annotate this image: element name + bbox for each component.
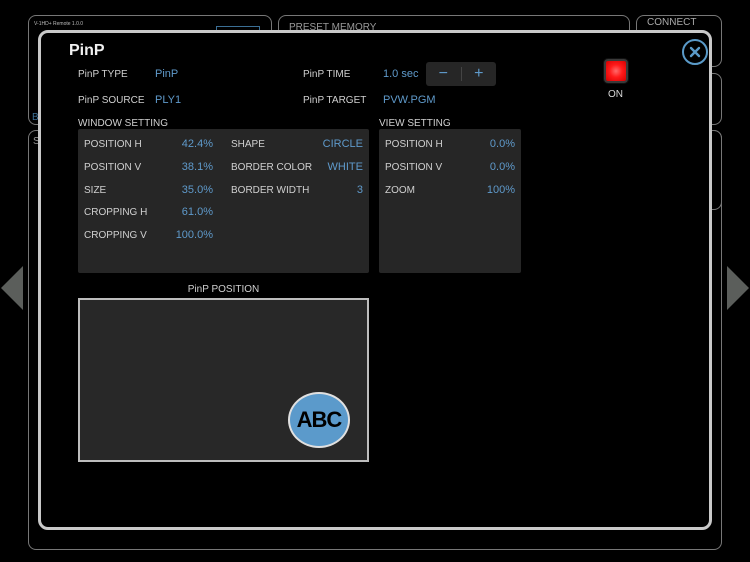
pinp-source-label: PinP SOURCE [78, 95, 145, 106]
close-button[interactable] [682, 39, 708, 65]
view-setting-panel: POSITION H 0.0% POSITION V 0.0% ZOOM 100… [379, 129, 521, 273]
view-position-v-value[interactable]: 0.0% [490, 161, 515, 173]
cropping-h-value[interactable]: 61.0% [182, 206, 213, 218]
view-setting-title: VIEW SETTING [379, 118, 451, 129]
border-color-label: BORDER COLOR [231, 162, 313, 173]
shape-label: SHAPE [231, 139, 265, 150]
left-arrow-icon[interactable] [1, 266, 23, 310]
cropping-v-label: CROPPING V [84, 230, 147, 241]
position-h-value[interactable]: 42.4% [182, 138, 213, 150]
pinp-dialog: PinP PinP TYPE PinP PinP SOURCE PLY1 Pin… [38, 30, 712, 530]
pinp-position-title: PinP POSITION [187, 284, 260, 295]
zoom-value[interactable]: 100% [487, 184, 515, 196]
connect-label: CONNECT [647, 17, 697, 28]
pinp-source-value[interactable]: PLY1 [155, 94, 181, 106]
on-toggle-button[interactable] [604, 59, 628, 83]
pinp-time-stepper: − + [426, 62, 496, 86]
pinp-type-value[interactable]: PinP [155, 68, 178, 80]
pinp-window-handle[interactable]: ABC [288, 392, 350, 448]
zoom-label: ZOOM [385, 185, 415, 196]
cropping-v-value[interactable]: 100.0% [176, 229, 213, 241]
decrement-button[interactable]: − [426, 62, 461, 86]
size-value[interactable]: 35.0% [182, 184, 213, 196]
cropping-h-label: CROPPING H [84, 207, 148, 218]
view-position-h-value[interactable]: 0.0% [490, 138, 515, 150]
pinp-target-value[interactable]: PVW.PGM [383, 94, 436, 106]
right-arrow-icon[interactable] [727, 266, 749, 310]
position-h-label: POSITION H [84, 139, 142, 150]
position-v-value[interactable]: 38.1% [182, 161, 213, 173]
size-label: SIZE [84, 185, 107, 196]
app-version: V-1HD+ Remote 1.0.0 [34, 21, 84, 27]
pinp-type-label: PinP TYPE [78, 69, 128, 80]
view-position-v-label: POSITION V [385, 162, 443, 173]
border-width-value[interactable]: 3 [357, 184, 363, 196]
window-setting-panel: POSITION H 42.4% POSITION V 38.1% SIZE 3… [78, 129, 369, 273]
on-label: ON [608, 89, 623, 100]
pinp-position-pad[interactable]: ABC [78, 298, 369, 462]
close-icon [689, 46, 701, 58]
increment-button[interactable]: + [462, 62, 497, 86]
window-setting-title: WINDOW SETTING [78, 118, 168, 129]
position-v-label: POSITION V [84, 162, 142, 173]
border-width-label: BORDER WIDTH [231, 185, 310, 196]
pinp-target-label: PinP TARGET [303, 95, 367, 106]
shape-value[interactable]: CIRCLE [323, 138, 363, 150]
pinp-time-value: 1.0 sec [383, 68, 419, 80]
view-position-h-label: POSITION H [385, 139, 443, 150]
pinp-time-label: PinP TIME [303, 69, 351, 80]
dialog-title: PinP [69, 42, 105, 59]
border-color-value[interactable]: WHITE [328, 161, 363, 173]
